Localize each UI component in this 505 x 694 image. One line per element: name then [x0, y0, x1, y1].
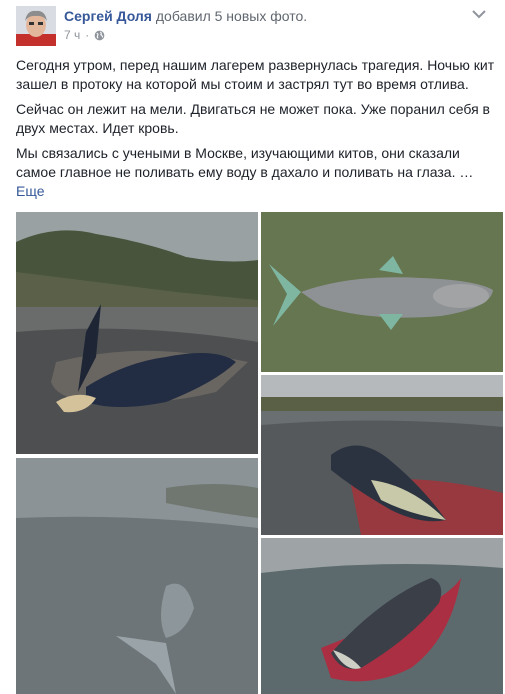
photo-whale-tail[interactable] — [16, 212, 258, 454]
see-more-link[interactable]: Еще — [16, 182, 496, 201]
post-paragraph: Сегодня утром, перед нашим лагерем разве… — [16, 57, 495, 92]
globe-icon — [94, 30, 105, 40]
post-header: Сергей Доля добавил 5 новых фото. 7 ч · — [16, 6, 489, 46]
photo-whale-fog[interactable] — [16, 458, 258, 694]
author-line: Сергей Доля добавил 5 новых фото. — [64, 8, 307, 24]
post-body: Сегодня утром, перед нашим лагерем разве… — [16, 56, 496, 201]
author-name[interactable]: Сергей Доля — [64, 8, 152, 24]
photo-whale-closeup[interactable] — [261, 538, 503, 694]
photo-whale-aerial[interactable] — [261, 212, 503, 372]
post-paragraph: Сейчас он лежит на мели. Двигаться не мо… — [16, 101, 490, 136]
chevron-down-icon[interactable] — [471, 8, 487, 20]
post-action-text[interactable]: добавил 5 новых фото. — [156, 8, 307, 24]
post-paragraph: Мы связались с учеными в Москве, изучающ… — [16, 145, 474, 180]
post-timestamp[interactable]: 7 ч — [64, 28, 80, 42]
post-meta: 7 ч · — [64, 28, 105, 42]
photo-whale-stranded[interactable] — [261, 375, 503, 535]
avatar[interactable] — [16, 6, 56, 46]
